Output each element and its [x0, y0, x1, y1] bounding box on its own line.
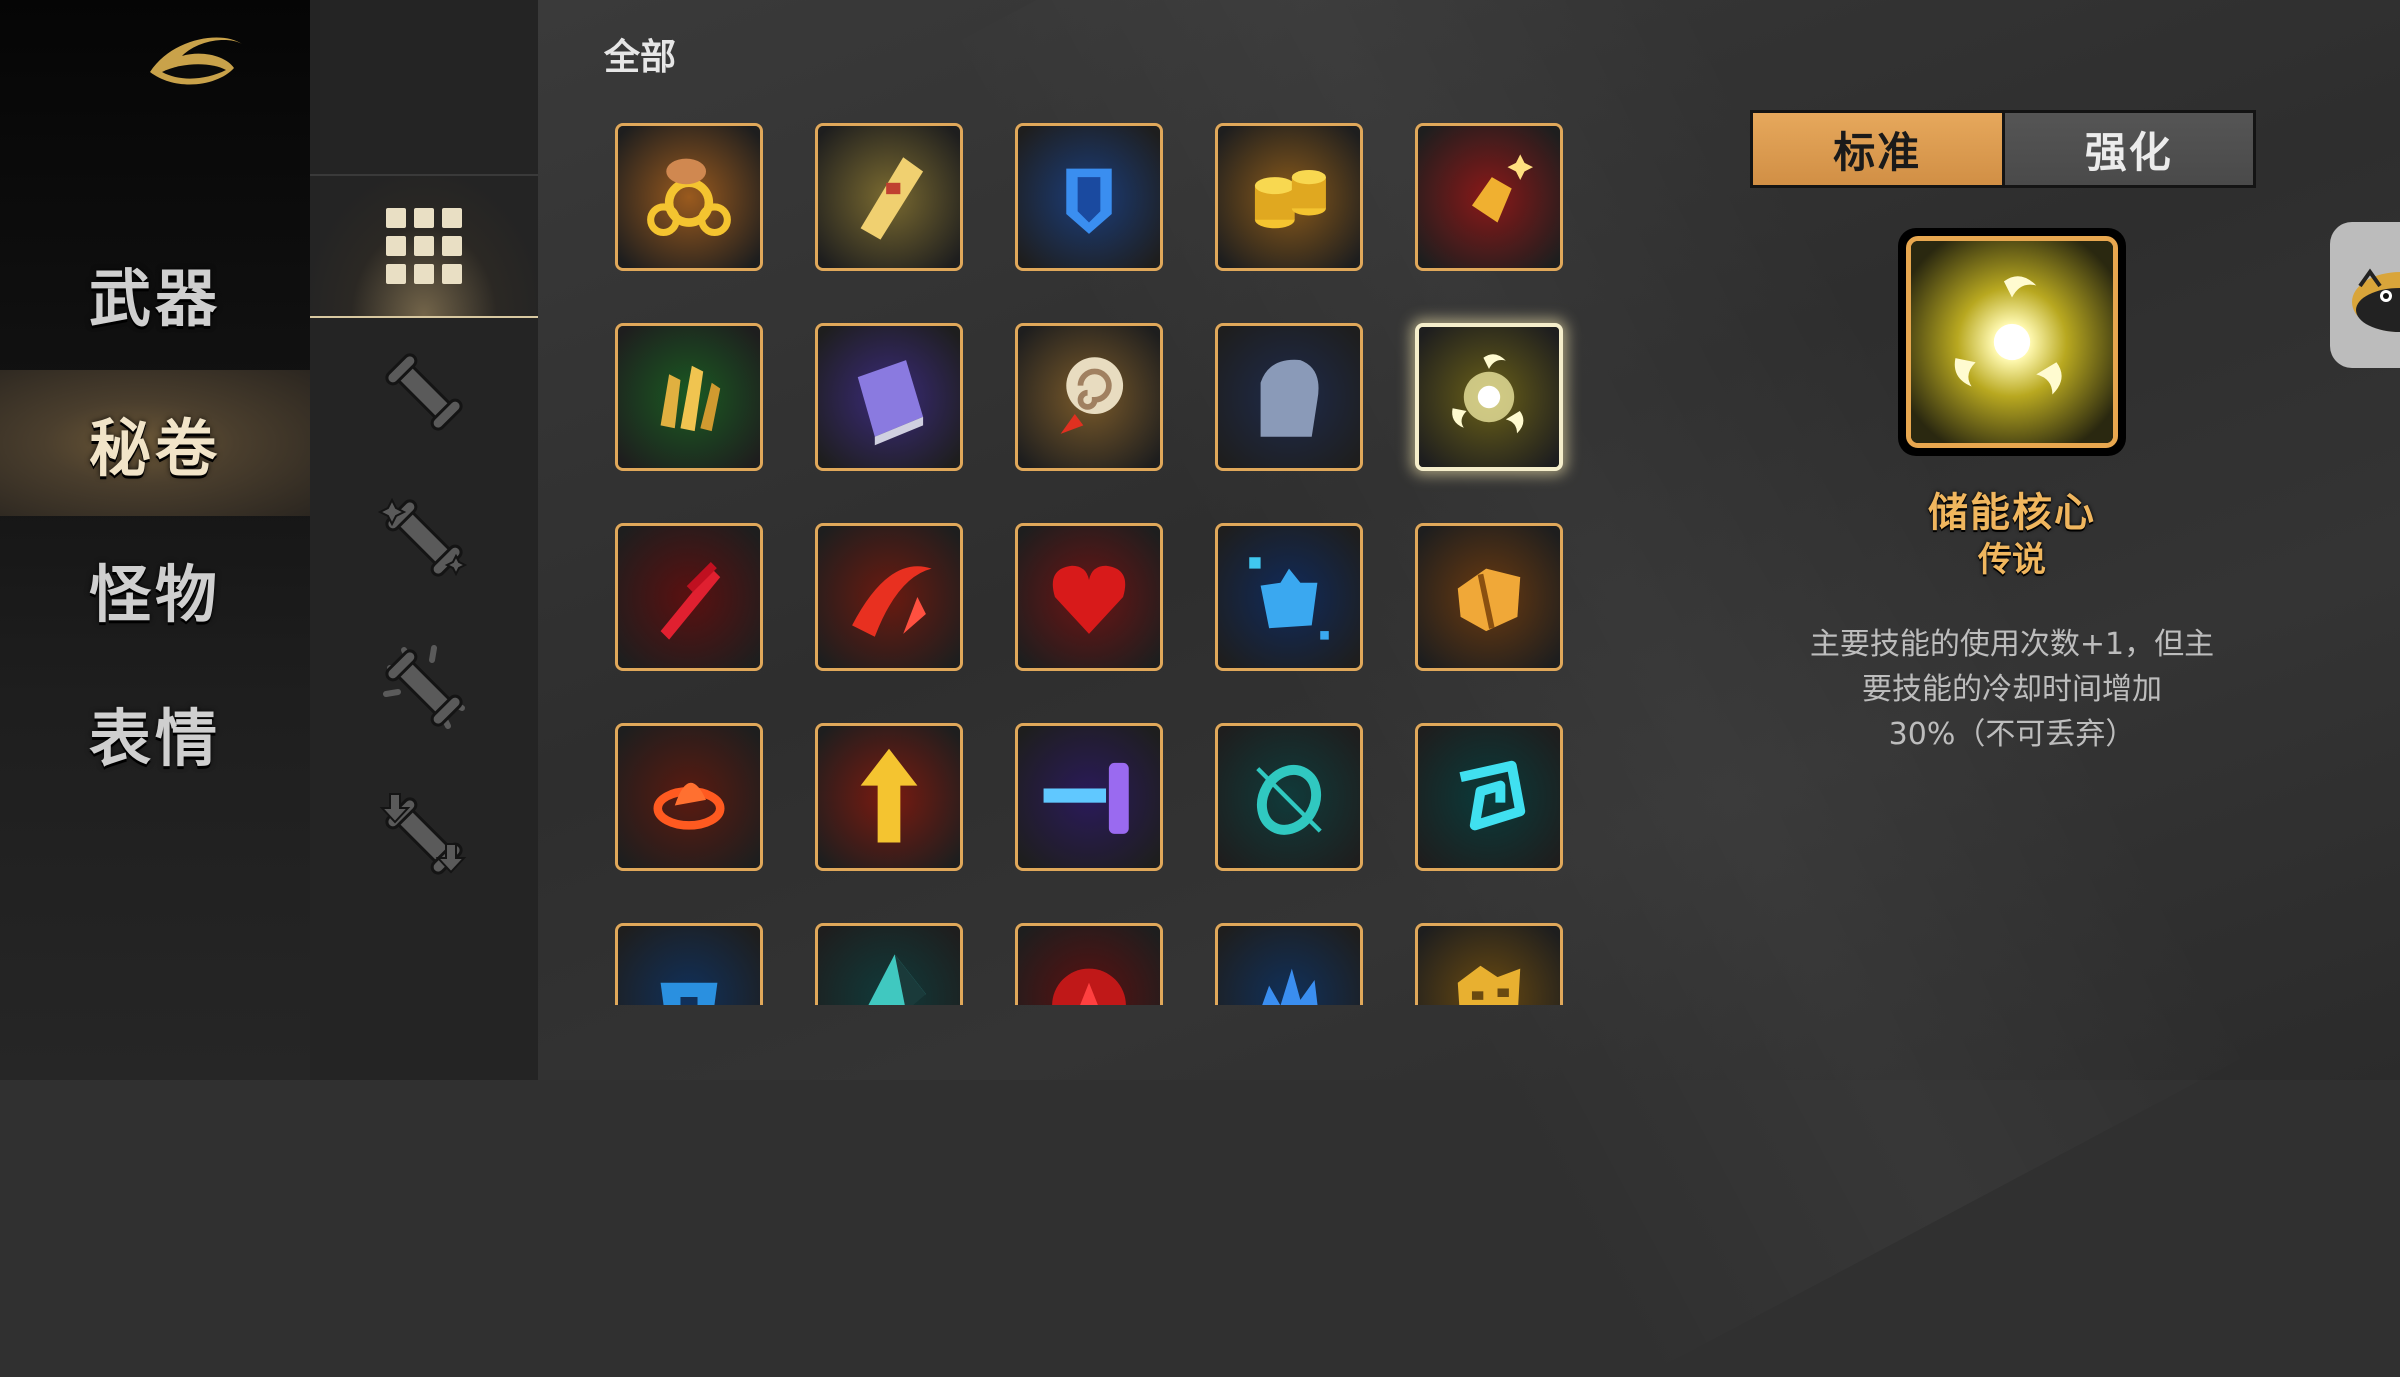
gold-armor-icon	[1418, 526, 1560, 668]
section-title: 全部	[604, 37, 677, 78]
purple-book-icon	[818, 326, 960, 468]
energy-core-icon	[1419, 327, 1559, 467]
main-nav: 武器 秘卷 怪物 表情	[0, 0, 310, 1080]
red-slash-icon	[818, 526, 960, 668]
blue-crystal-shield-icon	[1018, 126, 1160, 268]
category-scroll-arrows[interactable]	[310, 766, 538, 906]
nav-item-label: 怪物	[88, 558, 221, 631]
scroll-sparkle-icon	[377, 497, 468, 577]
scroll-tile[interactable]	[615, 723, 763, 871]
nav-item-scrolls[interactable]: 秘卷	[0, 370, 310, 516]
category-scroll[interactable]	[310, 322, 538, 462]
scroll-tile[interactable]	[615, 523, 763, 671]
gold-mask-icon	[1418, 926, 1560, 1005]
fire-ring-icon	[618, 726, 760, 868]
scroll-tile[interactable]	[1415, 923, 1563, 1005]
side-avatar-button[interactable]	[2330, 222, 2400, 368]
gold-coins-stack-icon	[1218, 126, 1360, 268]
scroll-tile[interactable]	[815, 323, 963, 471]
scroll-tile[interactable]	[1015, 523, 1163, 671]
scroll-grid[interactable]	[600, 112, 1600, 1005]
scroll-tile[interactable]	[815, 923, 963, 1005]
item-name: 储能核心	[1928, 490, 2096, 536]
blue-claw-icon	[1218, 926, 1360, 1005]
nav-item-label: 武器	[88, 262, 221, 335]
gold-arrow-icon	[818, 726, 960, 868]
scroll-tile[interactable]	[1215, 723, 1363, 871]
nav-item-weapons[interactable]: 武器	[0, 220, 310, 366]
category-all[interactable]	[310, 174, 538, 318]
nav-item-label: 表情	[88, 702, 221, 775]
scroll-tile[interactable]	[1415, 323, 1563, 471]
swirl-orb-staff-icon	[1018, 326, 1160, 468]
purple-portal-icon	[1018, 726, 1160, 868]
nav-item-monsters[interactable]: 怪物	[0, 516, 310, 662]
scroll-tile[interactable]	[1215, 923, 1363, 1005]
scroll-tile[interactable]	[1415, 523, 1563, 671]
scroll-tile[interactable]	[1015, 323, 1163, 471]
scroll-tile[interactable]	[815, 523, 963, 671]
scroll-tile[interactable]	[615, 323, 763, 471]
game-logo-icon	[150, 37, 242, 85]
item-description-line: 主要技能的使用次数+1，但主	[1809, 627, 2215, 662]
scroll-tile[interactable]	[815, 123, 963, 271]
red-sword-icon	[618, 526, 760, 668]
scroll-tile[interactable]	[1415, 723, 1563, 871]
scroll-tile[interactable]	[615, 923, 763, 1005]
scroll-tile[interactable]	[815, 723, 963, 871]
gold-rings-icon	[618, 126, 760, 268]
bee-avatar-icon	[2352, 268, 2400, 332]
stone-head-icon	[1218, 326, 1360, 468]
tab-enhanced[interactable]: 强化	[2004, 113, 2253, 185]
grid-all-icon	[386, 208, 462, 284]
scroll-tile[interactable]	[1415, 123, 1563, 271]
item-description-line: 要技能的冷却时间增加	[1862, 672, 2162, 707]
scroll-tile[interactable]	[1215, 523, 1363, 671]
scroll-tile[interactable]	[1215, 123, 1363, 271]
scroll-tile[interactable]	[1015, 123, 1163, 271]
scroll-tile[interactable]	[615, 123, 763, 271]
item-description: 主要技能的使用次数+1，但主 要技能的冷却时间增加 30%（不可丢弃）	[1780, 622, 2244, 757]
mode-toggle: 标准 强化	[1750, 110, 2256, 188]
scroll-tile[interactable]	[1215, 323, 1363, 471]
scroll-icon	[385, 353, 463, 431]
scroll-burst-icon	[383, 645, 465, 729]
blue-helmet-icon	[618, 926, 760, 1005]
red-orb-icon	[1018, 926, 1160, 1005]
gold-gem-icon	[1418, 126, 1560, 268]
category-scroll-sparkle[interactable]	[310, 468, 538, 608]
energy-core-icon	[1911, 241, 2113, 443]
detail-icon-frame	[1898, 228, 2126, 456]
item-rarity: 传说	[1978, 540, 2046, 580]
green-crystal-icon	[618, 326, 760, 468]
category-column	[310, 0, 538, 1080]
nav-item-emotes[interactable]: 表情	[0, 660, 310, 806]
category-scroll-burst[interactable]	[310, 618, 538, 758]
tab-standard[interactable]: 标准	[1753, 113, 2005, 185]
blue-shard-icon	[1218, 526, 1360, 668]
golden-scroll-icon	[818, 126, 960, 268]
scroll-tile[interactable]	[1015, 723, 1163, 871]
scroll-tile[interactable]	[1015, 923, 1163, 1005]
red-heart-icon	[1018, 526, 1160, 668]
teal-ring-icon	[1218, 726, 1360, 868]
teal-rune-icon	[1418, 726, 1560, 868]
scroll-arrows-icon	[379, 793, 467, 875]
item-description-line: 30%（不可丢弃）	[1888, 717, 2136, 752]
nav-item-label: 秘卷	[88, 412, 221, 485]
teal-blade-icon	[818, 926, 960, 1005]
